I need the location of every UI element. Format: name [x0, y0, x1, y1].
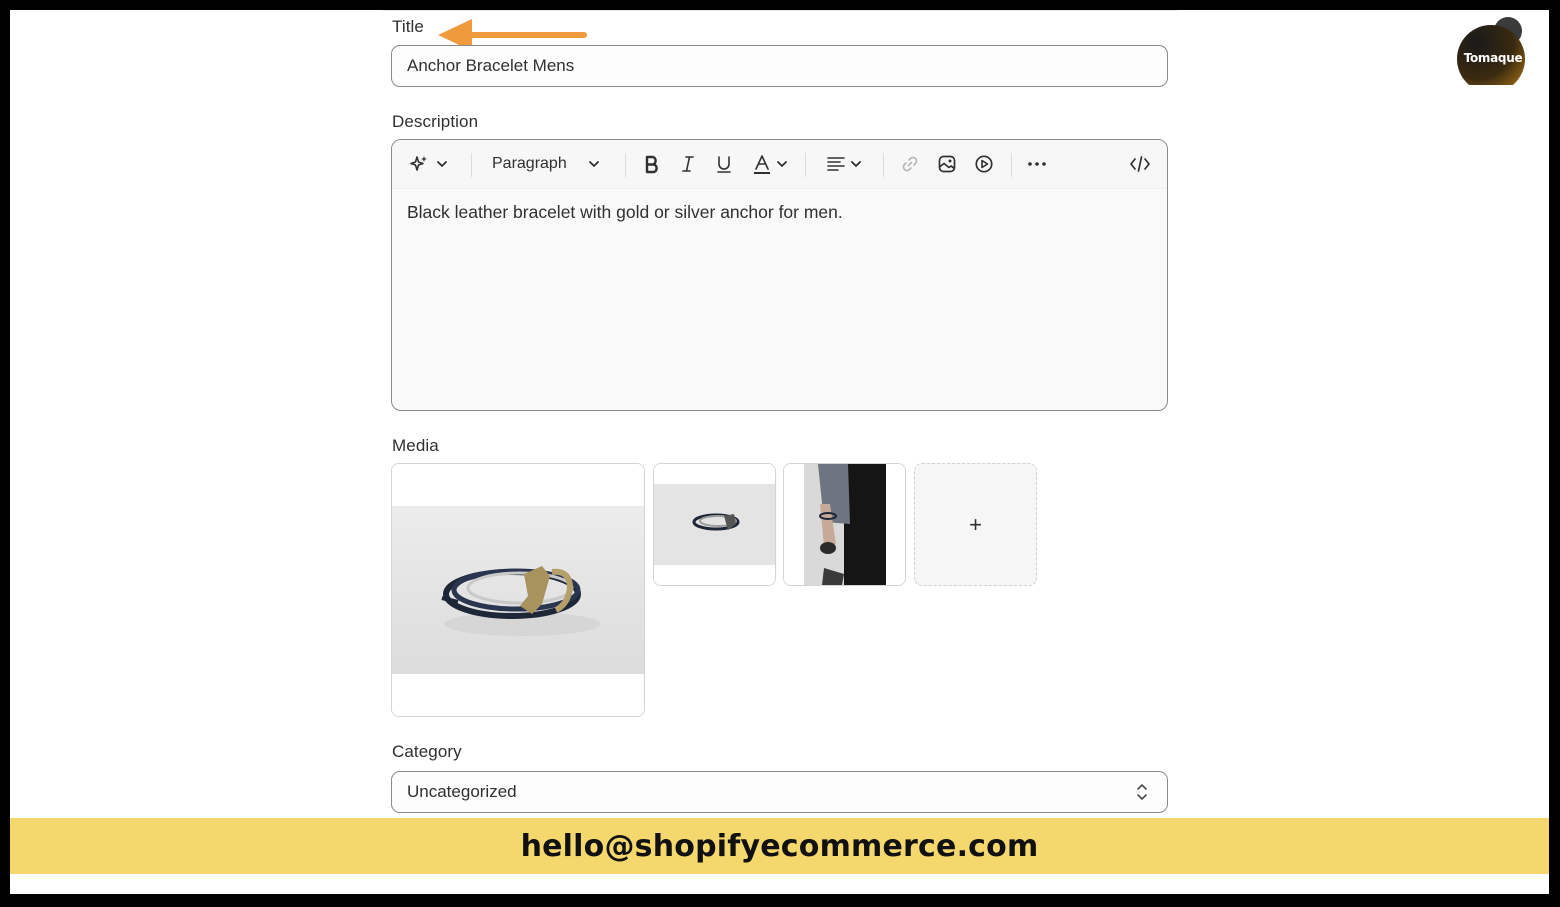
code-view-button[interactable] — [1128, 152, 1152, 176]
tomaque-logo: Tomaque — [1456, 15, 1526, 93]
align-button[interactable] — [824, 152, 864, 176]
link-icon — [902, 156, 918, 172]
title-input[interactable]: Anchor Bracelet Mens — [391, 45, 1168, 87]
bold-button[interactable] — [640, 152, 664, 176]
text-color-button[interactable] — [750, 152, 790, 176]
magic-icon — [410, 156, 427, 171]
description-editor[interactable]: Paragraph Black leather bracelet with go… — [391, 139, 1168, 411]
video-icon — [975, 155, 993, 173]
title-label: Title — [392, 17, 424, 36]
logo-text: Tomaque — [1463, 51, 1523, 65]
plus-icon: + — [969, 511, 982, 537]
toolbar-separator — [1011, 153, 1012, 177]
toolbar-separator — [883, 153, 884, 177]
media-item-3[interactable] — [783, 463, 906, 586]
paragraph-label: Paragraph — [492, 155, 567, 172]
paragraph-select[interactable]: Paragraph — [492, 152, 608, 176]
more-icon — [1028, 162, 1046, 166]
category-select[interactable]: Uncategorized — [391, 771, 1168, 813]
code-icon — [1130, 156, 1150, 172]
media-item-2[interactable] — [653, 463, 776, 586]
toolbar-separator — [471, 153, 472, 177]
divider — [383, 10, 1177, 11]
chevron-down-icon — [777, 161, 787, 167]
video-button[interactable] — [972, 152, 996, 176]
category-label: Category — [392, 742, 462, 761]
chevron-down-icon — [437, 161, 447, 167]
editor-toolbar: Paragraph — [392, 140, 1167, 189]
image-icon — [938, 155, 956, 173]
page: Title Anchor Bracelet Mens Description P… — [10, 10, 1549, 894]
model-wearing-bracelet-image — [784, 464, 905, 585]
media-item-main[interactable] — [391, 463, 645, 717]
italic-icon — [682, 156, 694, 172]
underline-icon — [717, 156, 731, 173]
description-label: Description — [392, 112, 479, 131]
description-text: Black leather bracelet with gold or silv… — [407, 202, 843, 222]
toolbar-separator — [625, 153, 626, 177]
more-button[interactable] — [1025, 152, 1049, 176]
chevron-down-icon — [588, 161, 599, 167]
image-button[interactable] — [935, 152, 959, 176]
align-icon — [827, 157, 845, 171]
title-input-value: Anchor Bracelet Mens — [407, 56, 575, 75]
contact-email: hello@shopifyecommerce.com — [520, 828, 1039, 864]
bracelet-image — [392, 464, 644, 716]
toolbar-separator — [805, 153, 806, 177]
add-media-button[interactable]: + — [914, 463, 1037, 586]
chevron-down-icon — [851, 161, 861, 167]
select-arrows-icon — [1137, 784, 1147, 800]
link-button[interactable] — [898, 152, 922, 176]
bold-icon — [645, 155, 658, 174]
italic-button[interactable] — [676, 152, 700, 176]
text-color-icon — [754, 155, 770, 174]
media-label: Media — [392, 436, 439, 455]
bracelet-thumbnail — [654, 464, 775, 585]
category-value: Uncategorized — [407, 782, 517, 801]
magic-button[interactable] — [406, 152, 452, 176]
contact-banner: hello@shopifyecommerce.com — [10, 818, 1549, 874]
underline-button[interactable] — [712, 152, 736, 176]
